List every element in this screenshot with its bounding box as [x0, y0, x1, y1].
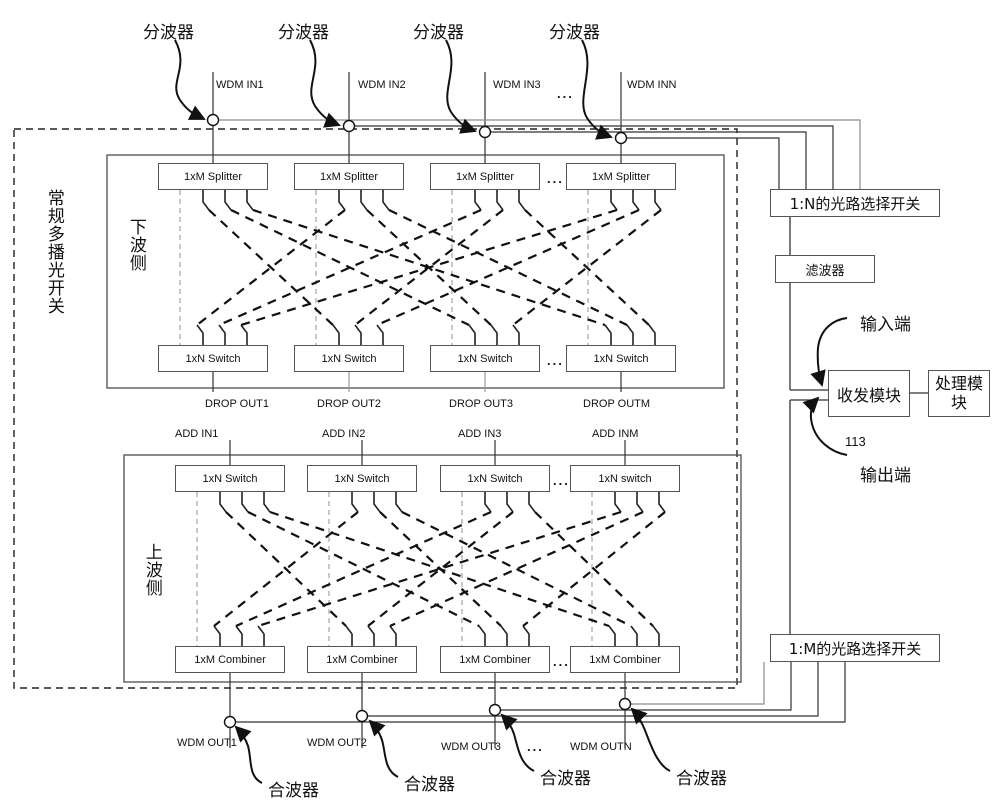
add-switch-box-3[interactable]: 1xN Switch: [440, 465, 550, 492]
drop-interconnect: [179, 190, 662, 345]
wdm-out-label-1: WDM OUT1: [177, 737, 237, 749]
drop-switch-box-3[interactable]: 1xN Switch: [430, 345, 540, 372]
drop-out-label-2: DROP OUT2: [317, 398, 381, 410]
combiner-box-1[interactable]: 1xM Combiner: [175, 646, 285, 673]
wdm-out-label-4: WDM OUTN: [570, 741, 632, 753]
drop-out-label-3: DROP OUT3: [449, 398, 513, 410]
add-in-label-3: ADD IN3: [458, 428, 502, 440]
splitter-ellipsis: ...: [547, 171, 564, 186]
splitter-box-4[interactable]: 1xM Splitter: [566, 163, 676, 190]
add-switch-ellipsis: ...: [553, 473, 570, 488]
combiner-box-2[interactable]: 1xM Combiner: [307, 646, 417, 673]
drop-switch-box-4[interactable]: 1xN Switch: [566, 345, 676, 372]
add-interconnect: [196, 492, 666, 646]
wdm-in-label-1: WDM IN1: [216, 79, 264, 91]
drop-side-label: 下波侧: [125, 218, 146, 272]
filter-box[interactable]: 滤波器: [775, 255, 875, 283]
drop-out-label-4: DROP OUTM: [583, 398, 651, 410]
diagram-canvas: 常规多播光开关 下波侧 上波侧 分波器 分波器 分波器 分波器 合波器 合波器 …: [0, 0, 1000, 807]
add-in-stems: [229, 440, 626, 465]
reference-number-113: 113: [845, 434, 866, 449]
drop-out-label-1: DROP OUT1: [205, 398, 269, 410]
combiner-ellipsis: ...: [553, 654, 570, 669]
callout-mux-2: 合波器: [404, 775, 455, 795]
optical-path-switch-n-box[interactable]: 1:N的光路选择开关: [770, 189, 940, 217]
drop-out-stems: [212, 372, 622, 392]
combiner-box-3[interactable]: 1xM Combiner: [440, 646, 550, 673]
splitter-box-3[interactable]: 1xM Splitter: [430, 163, 540, 190]
wdm-out-label-3: WDM OUT3: [441, 741, 501, 753]
add-side-label: 上波侧: [141, 543, 162, 597]
add-in-label-4: ADD INM: [592, 428, 639, 440]
add-in-label-2: ADD IN2: [322, 428, 366, 440]
transceiver-module-box[interactable]: 收发模块: [828, 370, 910, 417]
add-switch-box-2[interactable]: 1xN Switch: [307, 465, 417, 492]
callout-mux-1: 合波器: [268, 781, 319, 801]
callout-mux-3: 合波器: [540, 769, 591, 789]
wdm-out-label-2: WDM OUT2: [307, 737, 367, 749]
combiner-box-4[interactable]: 1xM Combiner: [570, 646, 680, 673]
callout-demux-1: 分波器: [143, 23, 194, 43]
wdm-in-ellipsis: ...: [557, 86, 574, 101]
processing-module-box[interactable]: 处理模块: [928, 370, 990, 417]
callout-mux-4: 合波器: [676, 769, 727, 789]
input-port-label: 输入端: [860, 315, 911, 335]
callout-demux-3: 分波器: [413, 23, 464, 43]
wdm-out-mux-nodes: [223, 697, 632, 729]
output-port-label: 输出端: [860, 466, 911, 486]
wdm-in-label-2: WDM IN2: [358, 79, 406, 91]
drop-switch-box-1[interactable]: 1xN Switch: [158, 345, 268, 372]
wdm-in-label-3: WDM IN3: [493, 79, 541, 91]
callout-demux-2: 分波器: [278, 23, 329, 43]
wdm-out-ellipsis: ...: [527, 739, 544, 754]
callout-demux-4: 分波器: [549, 23, 600, 43]
add-switch-box-4[interactable]: 1xN switch: [570, 465, 680, 492]
wdm-in-label-4: WDM INN: [627, 79, 677, 91]
splitter-box-2[interactable]: 1xM Splitter: [294, 163, 404, 190]
optical-path-switch-m-box[interactable]: 1:M的光路选择开关: [770, 634, 940, 662]
multicast-switch-region-label: 常规多播光开关: [43, 189, 64, 315]
add-switch-box-1[interactable]: 1xN Switch: [175, 465, 285, 492]
add-in-label-1: ADD IN1: [175, 428, 219, 440]
drop-switch-box-2[interactable]: 1xN Switch: [294, 345, 404, 372]
splitter-box-1[interactable]: 1xM Splitter: [158, 163, 268, 190]
drop-switch-ellipsis: ...: [547, 353, 564, 368]
